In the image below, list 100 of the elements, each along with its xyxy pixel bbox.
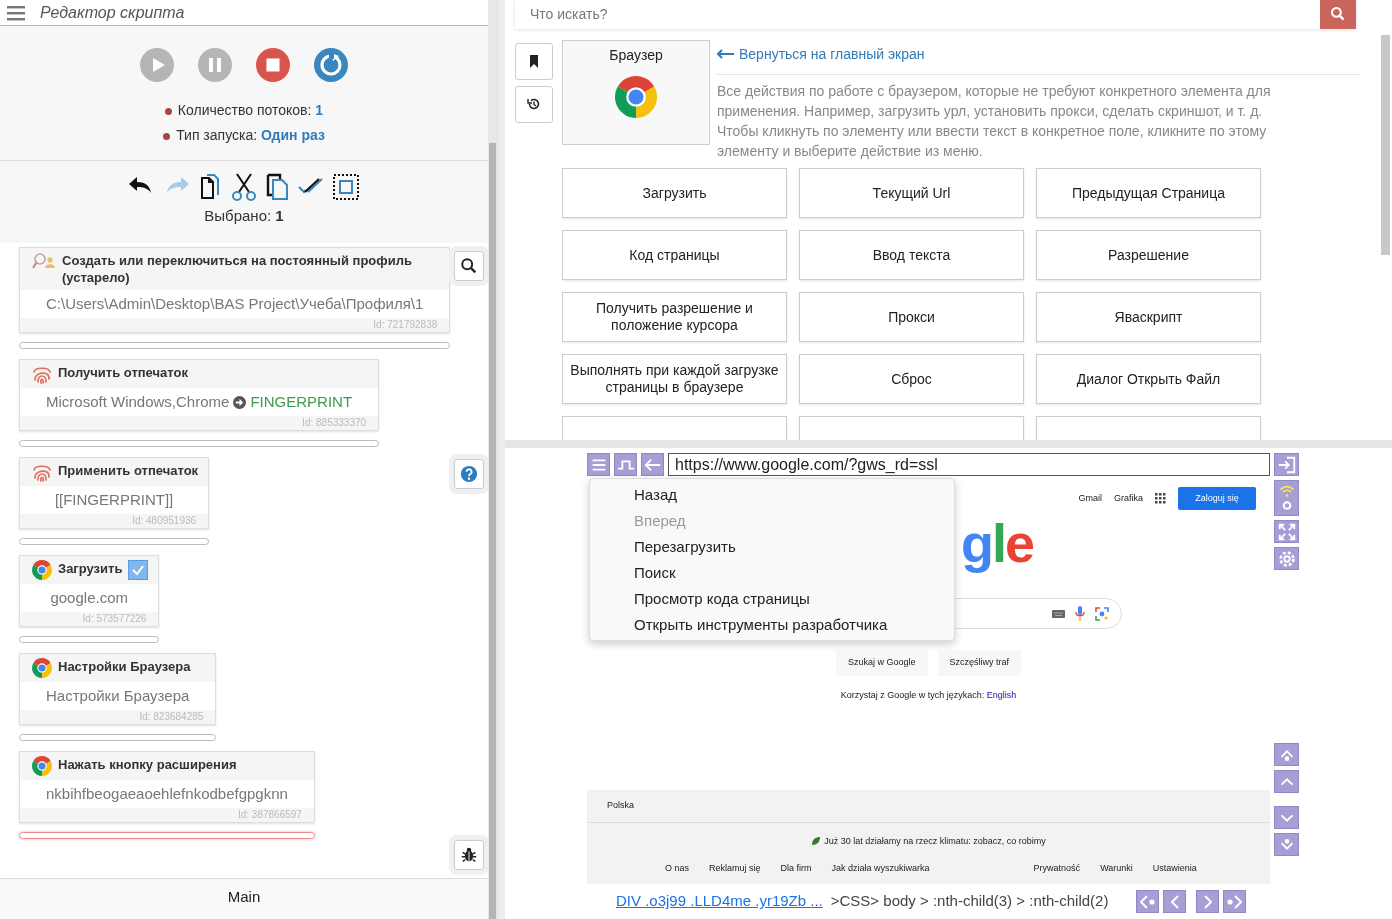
camera-search-icon[interactable] bbox=[1095, 606, 1109, 621]
action-button[interactable]: Диалог Открыть Файл bbox=[1036, 354, 1261, 404]
action-button[interactable]: Разрешение bbox=[1036, 230, 1261, 280]
last-button[interactable] bbox=[1223, 890, 1246, 913]
pulse-button[interactable] bbox=[614, 453, 637, 476]
action-button[interactable]: Предыдущая Страница bbox=[1036, 168, 1261, 218]
search-field[interactable]: Что искать? bbox=[515, 0, 1320, 29]
history-button[interactable] bbox=[515, 85, 553, 123]
action-button[interactable]: Ввод текста bbox=[799, 230, 1024, 280]
scrollbar[interactable] bbox=[488, 0, 497, 919]
fullscreen-icon bbox=[1276, 521, 1297, 542]
profile-search-icon bbox=[32, 252, 56, 270]
menu-button[interactable] bbox=[587, 453, 610, 476]
selector-link[interactable]: DIV .o3j99 .LLD4me .yr19Zb ... bbox=[616, 890, 823, 913]
settings-icon bbox=[1276, 548, 1297, 569]
previous-icon bbox=[1170, 894, 1179, 909]
back-link[interactable]: Вернуться на главный экран bbox=[717, 43, 925, 65]
footer-link[interactable]: Warunki bbox=[1100, 862, 1133, 876]
action-id: Id: 573577226 bbox=[82, 613, 147, 624]
first-icon bbox=[1140, 894, 1155, 909]
chrome-icon bbox=[32, 560, 52, 580]
description: Все действия по работе с браузером, которые не требуют конкретного элемента для применения. Например, загрузить урл, установить прокси, сделать скриншот, и т. д. Чтобы кликнуть по элементу или ввести текст в конкретное поле, кликните по этому элементу и выберите действие из меню. bbox=[717, 82, 1272, 161]
help-icon bbox=[460, 465, 479, 483]
action-button[interactable]: Выполнять при каждой загрузке страницы в браузере bbox=[562, 354, 787, 404]
menu-icon[interactable] bbox=[6, 3, 26, 22]
action-value: C:\Users\Admin\Desktop\BAS Project\Учеба\Профиля\1 bbox=[46, 295, 424, 312]
category-card[interactable]: Браузер bbox=[562, 39, 710, 145]
action-button[interactable]: Прокси bbox=[799, 292, 1024, 342]
footer-link[interactable]: O nas bbox=[665, 862, 689, 876]
language-link[interactable]: English bbox=[986, 690, 1017, 700]
next-icon bbox=[1203, 894, 1212, 909]
next-button[interactable] bbox=[1196, 890, 1219, 913]
search-icon bbox=[460, 257, 479, 275]
action-value: Microsoft Windows,Chrome bbox=[46, 392, 230, 412]
climate-link[interactable]: Już 30 lat działamy na rzecz klimatu: zobacz, co robimy bbox=[824, 834, 1046, 848]
action-button[interactable]: Яваскрипт bbox=[1036, 292, 1261, 342]
leaf-icon bbox=[811, 836, 822, 847]
scroll-up-button[interactable] bbox=[1274, 770, 1299, 793]
action-card[interactable]: Загрузить google.com Id: 573577226 bbox=[19, 555, 160, 627]
menu-item[interactable]: Открыть инструменты разработчика bbox=[590, 612, 954, 638]
footer-link[interactable]: Reklamuj się bbox=[709, 862, 761, 876]
footer-link[interactable]: Ustawienia bbox=[1152, 862, 1197, 876]
function-tab[interactable]: Main bbox=[227, 888, 261, 905]
action-title: Получить отпечаток bbox=[58, 364, 188, 381]
action-button[interactable]: Получить разрешение и положение курсора bbox=[562, 292, 787, 342]
history-icon bbox=[526, 96, 542, 112]
bug-icon bbox=[460, 846, 479, 864]
action-button[interactable]: Код страницы bbox=[562, 230, 787, 280]
menu-item[interactable]: Назад bbox=[590, 482, 954, 508]
first-button[interactable] bbox=[1136, 890, 1159, 913]
back-button[interactable] bbox=[641, 453, 664, 476]
footer-link[interactable]: Jak działa wyszukiwarka bbox=[831, 862, 930, 876]
arrow-right-icon bbox=[233, 395, 247, 409]
action-button[interactable]: Сброс bbox=[799, 354, 1024, 404]
restart-button[interactable] bbox=[314, 48, 348, 82]
header-link[interactable]: Gmail bbox=[1078, 491, 1102, 506]
action-card[interactable]: Настройки Браузера Настройки Браузера Id: 823684285 bbox=[19, 653, 217, 725]
info-value[interactable]: Один раз bbox=[261, 127, 325, 143]
google-logo: gle bbox=[961, 512, 1035, 575]
microphone-icon[interactable] bbox=[1075, 606, 1085, 621]
app-title: Редактор скрипта bbox=[40, 2, 185, 23]
fingerprint-icon bbox=[32, 462, 52, 482]
search-page-button[interactable]: Szukaj w Google bbox=[835, 650, 928, 676]
action-button[interactable]: Текущий Url bbox=[799, 168, 1024, 218]
login-button[interactable] bbox=[1274, 453, 1299, 476]
apps-icon[interactable] bbox=[1155, 493, 1166, 504]
menu-item[interactable]: Перезагрузить bbox=[590, 534, 954, 560]
bookmark-button[interactable] bbox=[515, 42, 553, 80]
action-button[interactable]: Загрузить bbox=[562, 168, 787, 218]
last-icon bbox=[1227, 894, 1242, 909]
action-title: Настройки Браузера bbox=[58, 658, 191, 675]
selection-button[interactable] bbox=[330, 171, 362, 203]
footer-link[interactable]: Dla firm bbox=[780, 862, 812, 876]
menu-item[interactable]: Поиск bbox=[590, 560, 954, 586]
footer-link[interactable]: Prywatność bbox=[1033, 862, 1081, 876]
url-field[interactable]: https://www.google.com/?gws_rd=ssl bbox=[668, 453, 1270, 476]
keyboard-icon[interactable] bbox=[1052, 609, 1065, 618]
scroll-bottom-button[interactable] bbox=[1274, 833, 1299, 856]
action-title: Загрузить bbox=[58, 560, 123, 577]
sign-in-button[interactable]: Zaloguj się bbox=[1178, 487, 1256, 510]
info-value[interactable]: 1 bbox=[315, 102, 324, 118]
fingerprint-icon bbox=[32, 364, 52, 384]
previous-button[interactable] bbox=[1163, 890, 1186, 913]
scroll-down-button[interactable] bbox=[1274, 806, 1299, 829]
record-button[interactable] bbox=[1274, 480, 1299, 516]
action-id: Id: 823684285 bbox=[139, 711, 204, 722]
menu-item[interactable]: Просмотр кода страницы bbox=[590, 586, 954, 612]
action-value: [[FINGERPRINT]] bbox=[54, 491, 174, 508]
settings-button[interactable] bbox=[1274, 547, 1299, 570]
chrome-icon bbox=[32, 658, 52, 678]
search-page-button[interactable]: Szczęśliwy traf bbox=[937, 650, 1022, 676]
header-link[interactable]: Grafika bbox=[1114, 491, 1143, 506]
scroll-top-button[interactable] bbox=[1274, 743, 1299, 766]
stop-button[interactable] bbox=[256, 48, 290, 82]
selected-label: Выбрано: bbox=[204, 207, 273, 224]
chrome-icon bbox=[32, 756, 52, 776]
fullscreen-button[interactable] bbox=[1274, 520, 1299, 543]
action-title: Применить отпечаток bbox=[58, 462, 199, 479]
checkbox[interactable] bbox=[128, 560, 149, 580]
scrollbar[interactable] bbox=[1381, 35, 1390, 255]
